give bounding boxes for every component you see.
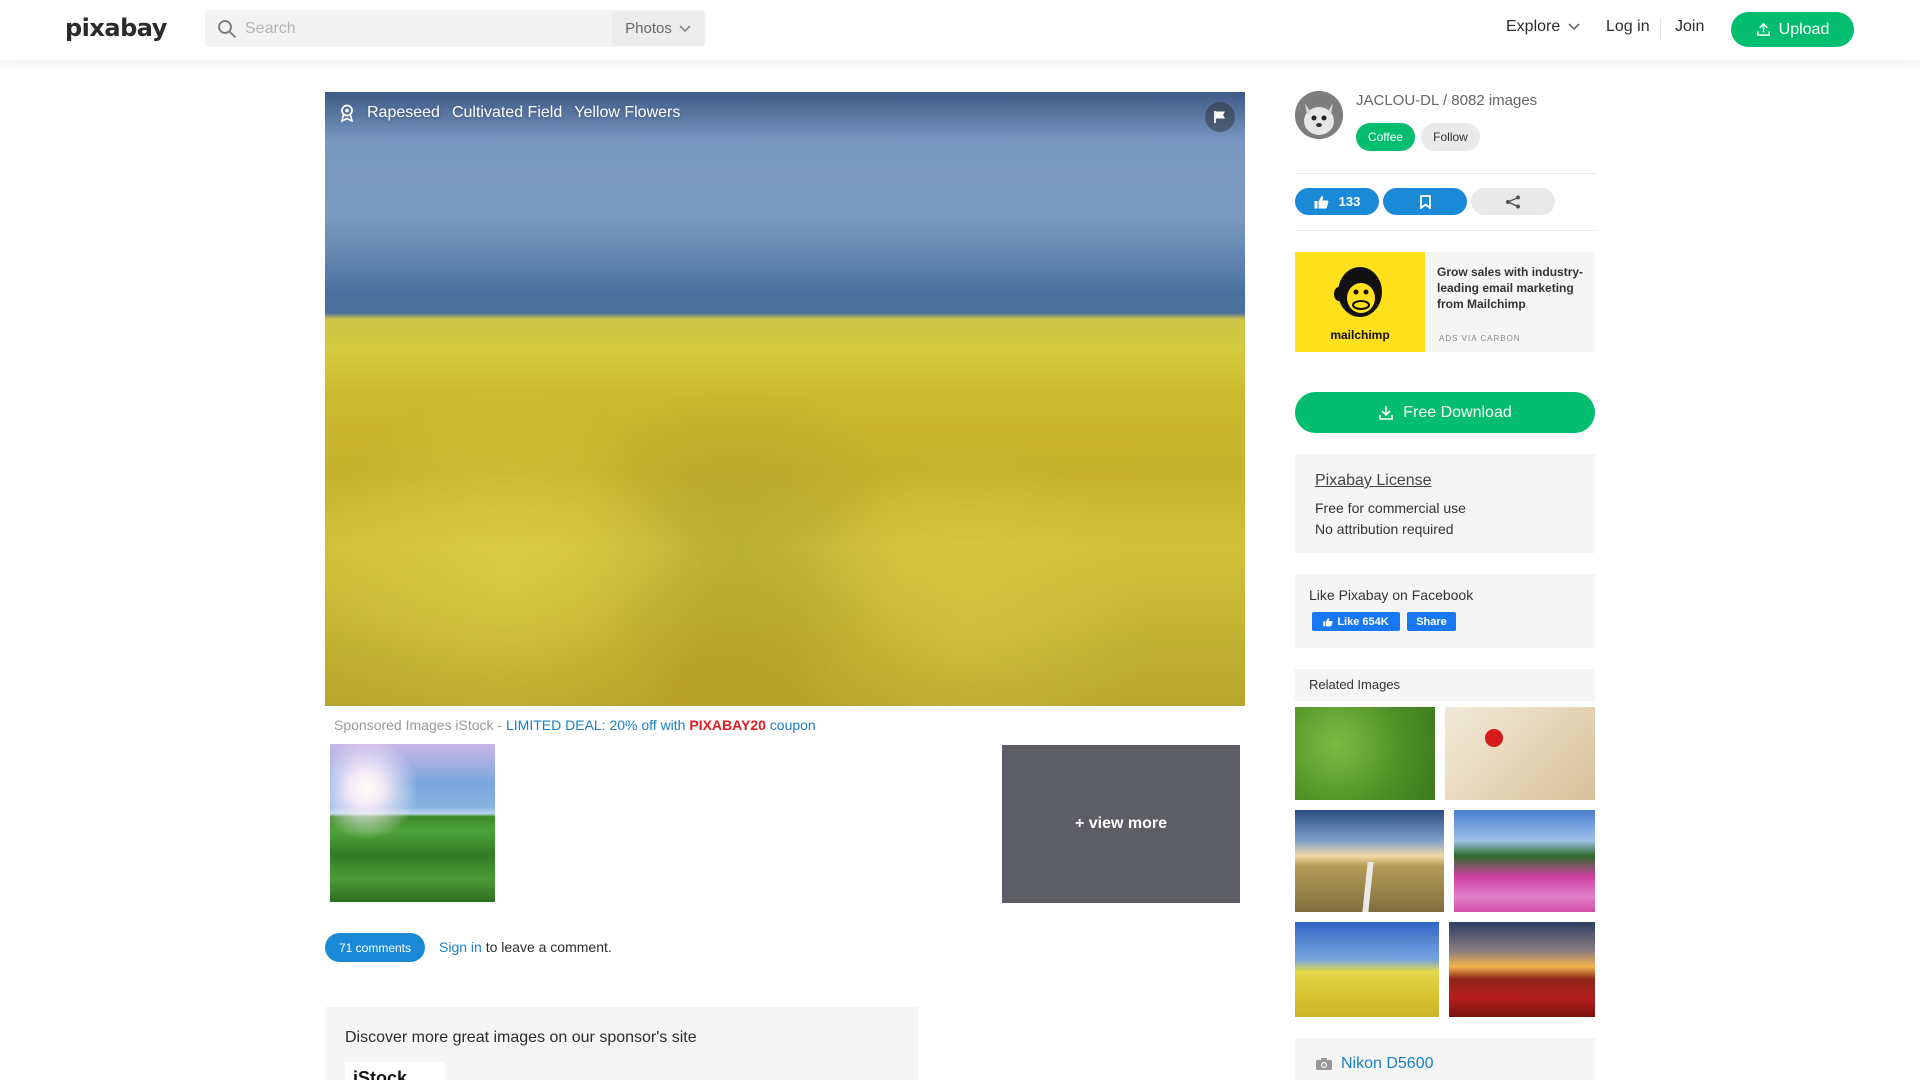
- tag-rapeseed[interactable]: Rapeseed: [367, 104, 440, 122]
- comment-hint: Sign in to leave a comment.: [439, 939, 612, 955]
- explore-menu[interactable]: Explore: [1506, 18, 1580, 36]
- related-images-title: Related Images: [1309, 677, 1401, 692]
- facebook-panel: Like Pixabay on Facebook Like 654K Share: [1295, 574, 1595, 648]
- discover-title: Discover more great images on our sponso…: [345, 1029, 697, 1046]
- upload-button[interactable]: Upload: [1731, 12, 1854, 47]
- comment-hint-text: to leave a comment.: [481, 939, 612, 955]
- flag-icon: [1214, 111, 1225, 123]
- camera-model: Nikon D5600: [1341, 1055, 1434, 1072]
- search-input[interactable]: [245, 10, 615, 47]
- sponsored-prefix: Sponsored Images iStock -: [334, 717, 506, 733]
- chevron-down-icon: [1568, 23, 1580, 31]
- pixabay-logo[interactable]: pixabay: [65, 14, 167, 42]
- license-panel: Pixabay License Free for commercial use …: [1295, 454, 1595, 553]
- license-link[interactable]: Pixabay License: [1315, 472, 1432, 490]
- camera-icon: [1316, 1058, 1332, 1070]
- login-link[interactable]: Log in: [1606, 18, 1650, 36]
- related-image[interactable]: [1295, 922, 1439, 1017]
- istock-logo[interactable]: iStock: [345, 1062, 445, 1080]
- upload-icon: [1756, 22, 1770, 36]
- discover-panel: Discover more great images on our sponso…: [325, 1007, 918, 1080]
- follow-button[interactable]: Follow: [1421, 123, 1480, 151]
- thumbs-up-icon: [1314, 195, 1329, 208]
- facebook-title: Like Pixabay on Facebook: [1309, 587, 1474, 603]
- related-image[interactable]: [1454, 810, 1595, 912]
- like-button[interactable]: 133: [1295, 188, 1379, 215]
- sponsored-suffix[interactable]: coupon: [766, 717, 816, 733]
- download-icon: [1379, 405, 1394, 420]
- search-type-label: Photos: [625, 20, 672, 37]
- like-count: 133: [1338, 194, 1361, 209]
- avatar-image: [1295, 91, 1343, 139]
- divider: [1295, 173, 1595, 174]
- facebook-like-label: Like 654K: [1337, 615, 1389, 628]
- ad-via[interactable]: ADS VIA CARBON: [1439, 334, 1521, 343]
- thumbs-up-icon: [1323, 617, 1333, 626]
- related-image[interactable]: [1295, 810, 1444, 912]
- upload-label: Upload: [1778, 20, 1830, 38]
- author-name-count[interactable]: JACLOU-DL / 8082 images: [1356, 92, 1537, 109]
- divider: [1295, 230, 1595, 231]
- main-photo[interactable]: Rapeseed Cultivated Field Yellow Flowers: [325, 92, 1245, 706]
- sponsored-deal[interactable]: LIMITED DEAL: 20% off with: [506, 717, 689, 733]
- share-icon: [1506, 195, 1520, 208]
- facebook-like-button[interactable]: Like 654K: [1312, 612, 1400, 631]
- sponsored-thumbnail[interactable]: [330, 744, 495, 902]
- camera-panel: Nikon D5600: [1295, 1038, 1595, 1080]
- related-image[interactable]: [1295, 707, 1435, 800]
- comments-count-button[interactable]: 71 comments: [325, 933, 425, 962]
- free-download-button[interactable]: Free Download: [1295, 392, 1595, 433]
- related-image[interactable]: [1445, 707, 1595, 800]
- join-link[interactable]: Join: [1675, 18, 1704, 36]
- download-label: Free Download: [1403, 403, 1512, 421]
- related-images-header: Related Images: [1295, 669, 1595, 701]
- ad-text: Grow sales with industry-leading email m…: [1437, 265, 1584, 311]
- tag-cultivated-field[interactable]: Cultivated Field: [452, 104, 562, 122]
- bookmark-button[interactable]: [1383, 188, 1467, 215]
- chevron-down-icon: [679, 24, 691, 32]
- share-button[interactable]: [1471, 188, 1555, 215]
- bookmark-icon: [1419, 194, 1431, 209]
- top-header: pixabay Photos Explore Log in Join Uploa…: [0, 0, 1920, 60]
- license-line-2: No attribution required: [1315, 521, 1454, 537]
- coffee-button[interactable]: Coffee: [1356, 123, 1415, 151]
- award-icon: [340, 104, 354, 122]
- related-image[interactable]: [1449, 922, 1595, 1017]
- view-more-button[interactable]: + view more: [1002, 745, 1240, 903]
- ad-brand: mailchimp: [1330, 328, 1390, 342]
- photo-tags: Rapeseed Cultivated Field Yellow Flowers: [339, 104, 680, 122]
- carbon-ad[interactable]: mailchimp Grow sales with industry-leadi…: [1295, 252, 1595, 352]
- author-avatar[interactable]: [1295, 91, 1343, 139]
- signin-link[interactable]: Sign in: [439, 939, 482, 955]
- search-bar: Photos: [205, 10, 706, 47]
- sponsored-line: Sponsored Images iStock - LIMITED DEAL: …: [334, 717, 816, 733]
- search-type-dropdown[interactable]: Photos: [612, 12, 704, 45]
- search-icon: [218, 20, 236, 38]
- license-line-1: Free for commercial use: [1315, 500, 1466, 516]
- explore-label: Explore: [1506, 18, 1561, 35]
- facebook-share-button[interactable]: Share: [1407, 612, 1456, 631]
- camera-link[interactable]: Nikon D5600: [1315, 1055, 1434, 1073]
- report-button[interactable]: [1205, 102, 1235, 132]
- coupon-code[interactable]: PIXABAY20: [689, 717, 766, 733]
- nav-divider: [1660, 18, 1661, 40]
- tag-yellow-flowers[interactable]: Yellow Flowers: [574, 104, 680, 122]
